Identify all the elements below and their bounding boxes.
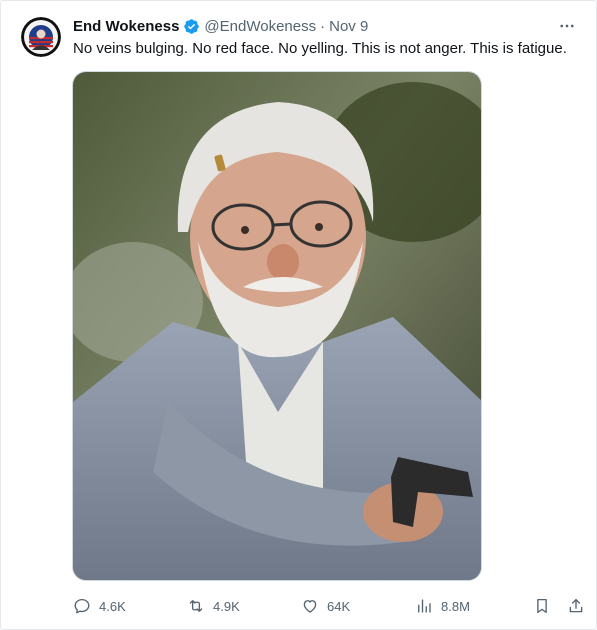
tweet-card[interactable]: End Wokeness @EndWokeness · Nov 9 No vei… [0,0,597,630]
views-button[interactable]: 8.8M [415,595,470,617]
tweet-text: No veins bulging. No red face. No yellin… [73,40,567,57]
reply-icon [74,598,90,614]
bookmark-icon [537,598,547,614]
retweet-button[interactable]: 4.9K [187,595,240,617]
like-button[interactable]: 64K [301,595,350,617]
reply-count: 4.6K [99,598,126,614]
views-icon [418,599,431,613]
share-button[interactable] [567,595,585,617]
author-name[interactable]: End Wokeness [73,18,179,35]
bookmark-button[interactable] [533,595,551,617]
retweet-count: 4.9K [213,598,240,614]
verified-badge-icon [183,18,200,35]
like-count: 64K [327,598,351,614]
reply-button[interactable]: 4.6K [73,595,126,617]
tweet-photo[interactable] [72,71,482,581]
share-icon [569,598,583,613]
tweet-date[interactable]: Nov 9 [329,18,368,35]
more-dots-icon[interactable] [556,15,578,37]
author-handle[interactable]: @EndWokeness [204,18,316,35]
views-count: 8.8M [441,598,470,614]
tweet-actions: 4.6K 4.9K 64K 8.8M [73,595,585,617]
heart-icon [303,600,317,613]
author-avatar[interactable] [21,17,61,57]
retweet-icon [189,600,203,612]
tweet-header: End Wokeness @EndWokeness · Nov 9 [73,16,368,36]
header-separator: · [320,17,326,35]
